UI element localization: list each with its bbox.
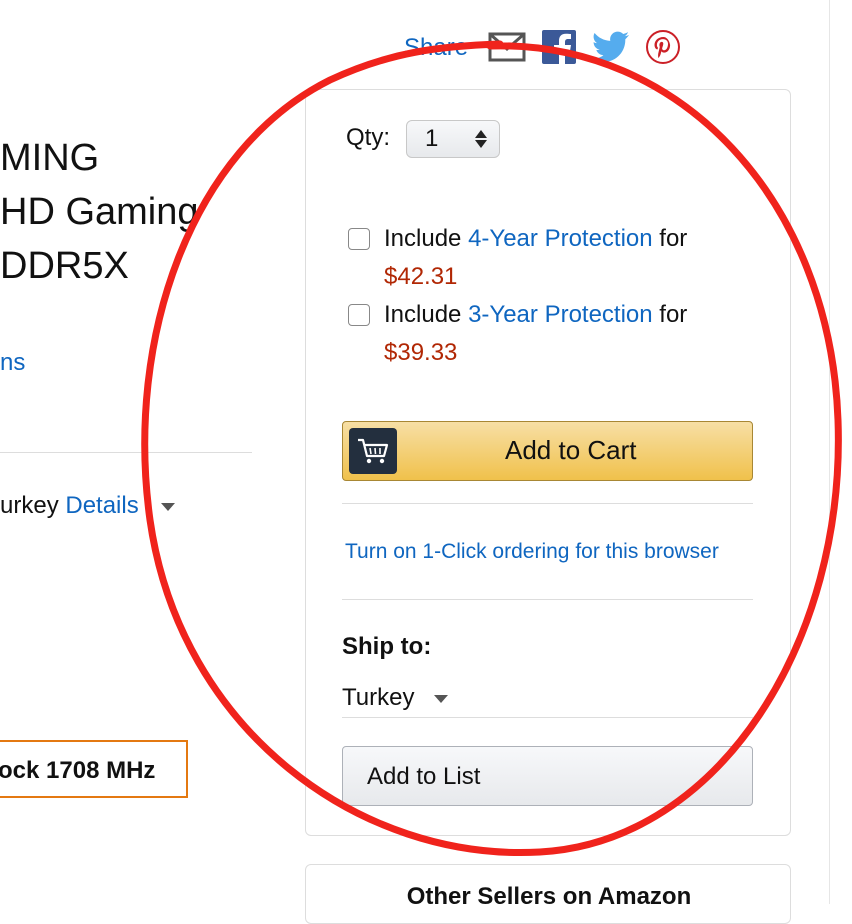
divider (342, 503, 753, 504)
other-sellers-box: Other Sellers on Amazon (305, 864, 791, 924)
details-link[interactable]: Details (65, 492, 138, 519)
protection-4yr-suffix: for (652, 225, 688, 252)
other-sellers-title: Other Sellers on Amazon (406, 883, 692, 910)
qty-select[interactable]: 1 (406, 120, 500, 158)
facebook-icon[interactable] (542, 30, 576, 64)
product-options-link[interactable]: ns (0, 349, 25, 377)
add-to-list-button[interactable]: Add to List (342, 746, 753, 806)
ship-to-value: Turkey (342, 684, 415, 711)
protection-3yr-text: Include 3-Year Protection for (384, 301, 687, 329)
share-icons (488, 30, 680, 64)
divider (342, 599, 753, 600)
chevron-down-icon[interactable] (160, 502, 175, 511)
protection-3yr-price: $39.33 (384, 339, 458, 366)
ship-to-dropdown[interactable]: Turkey (342, 684, 449, 712)
product-title-line-3: DDR5X (0, 245, 129, 287)
updown-arrows-icon (475, 128, 487, 150)
protection-3yr-prefix: Include (384, 301, 469, 328)
cart-icon (349, 428, 397, 474)
product-title-line-2: HD Gaming (0, 191, 199, 233)
protection-3yr-checkbox[interactable] (348, 304, 370, 326)
ship-to-label: Ship to: (342, 633, 432, 660)
protection-4yr-link[interactable]: 4-Year Protection (468, 225, 653, 252)
qty-label: Qty: (346, 124, 391, 151)
email-icon[interactable] (488, 31, 526, 63)
chevron-down-icon (434, 694, 449, 703)
page-edge-divider (829, 0, 830, 904)
deliver-to-country: urkey (0, 492, 59, 519)
protection-4yr-price: $42.31 (384, 263, 458, 290)
protection-4yr-checkbox[interactable] (348, 228, 370, 250)
feature-badge-label: ock 1708 MHz (0, 757, 156, 784)
deliver-to-row: urkey Details (0, 492, 175, 520)
protection-4yr-text: Include 4-Year Protection for (384, 225, 687, 253)
twitter-icon[interactable] (592, 31, 630, 63)
protection-3yr-suffix: for (652, 301, 688, 328)
add-to-list-label: Add to List (367, 763, 481, 790)
protection-4yr-prefix: Include (384, 225, 469, 252)
divider (342, 717, 753, 718)
divider (0, 452, 252, 453)
add-to-cart-button[interactable]: Add to Cart (342, 421, 753, 481)
pinterest-icon[interactable] (646, 30, 680, 64)
product-title-line-1: MING (0, 137, 100, 179)
share-label: Share (404, 34, 469, 61)
add-to-cart-label: Add to Cart (505, 435, 637, 465)
one-click-link[interactable]: Turn on 1-Click ordering for this browse… (345, 540, 719, 564)
feature-badge[interactable]: ock 1708 MHz (0, 740, 188, 798)
qty-value: 1 (425, 125, 439, 152)
protection-3yr-link[interactable]: 3-Year Protection (468, 301, 653, 328)
